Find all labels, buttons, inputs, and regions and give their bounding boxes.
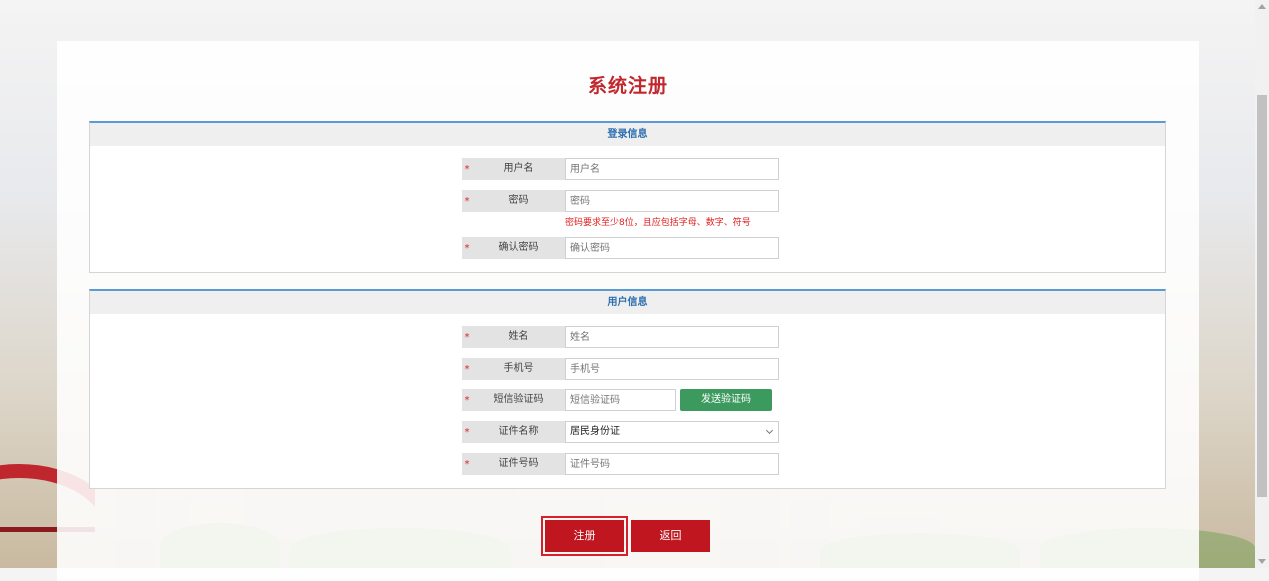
back-button[interactable]: 返回 (631, 520, 710, 552)
required-mark: * (462, 190, 472, 212)
scrollbar-thumb[interactable] (1257, 95, 1267, 497)
user-info-header: 用户信息 (90, 291, 1165, 314)
id-number-label: 证件号码 (472, 453, 565, 475)
phone-label: 手机号 (472, 358, 565, 380)
sms-code-input[interactable] (565, 389, 676, 411)
login-info-header: 登录信息 (90, 123, 1165, 146)
password-hint: 密码要求至少8位，且应包括字母、数字、符号 (565, 218, 751, 228)
required-mark: * (462, 358, 472, 380)
id-type-selected-value: 居民身份证 (570, 426, 620, 437)
id-type-select[interactable]: 居民身份证 (565, 421, 779, 443)
id-type-label: 证件名称 (472, 421, 565, 443)
password-input[interactable] (565, 190, 779, 212)
confirm-password-label: 确认密码 (472, 237, 565, 259)
sms-code-label: 短信验证码 (472, 389, 565, 411)
name-label: 姓名 (472, 326, 565, 348)
required-mark: * (462, 326, 472, 348)
username-label: 用户名 (472, 158, 565, 180)
required-mark: * (462, 453, 472, 475)
user-info-section: 用户信息 * 姓名 * 手机号 * 短信验证码 发送验证码 * 证件名称 居民身… (89, 289, 1166, 489)
scroll-down-arrow-icon[interactable] (1258, 559, 1266, 564)
id-number-input[interactable] (565, 453, 779, 475)
username-input[interactable] (565, 158, 779, 180)
required-mark: * (462, 421, 472, 443)
required-mark: * (462, 389, 472, 411)
password-label: 密码 (472, 190, 565, 212)
page-scrollbar[interactable] (1255, 0, 1269, 568)
required-mark: * (462, 237, 472, 259)
register-button[interactable]: 注册 (541, 516, 628, 556)
page-title: 系统注册 (587, 75, 668, 97)
confirm-password-input[interactable] (565, 237, 779, 259)
required-mark: * (462, 158, 472, 180)
phone-input[interactable] (565, 358, 779, 380)
login-info-section: 登录信息 * 用户名 * 密码 密码要求至少8位，且应包括字母、数字、符号 * … (89, 121, 1166, 273)
chevron-down-icon (765, 426, 774, 435)
scroll-up-arrow-icon[interactable] (1258, 4, 1266, 9)
send-code-button[interactable]: 发送验证码 (680, 389, 772, 411)
registration-panel: 系统注册 登录信息 * 用户名 * 密码 密码要求至少8位，且应包括字母、数字、… (57, 41, 1199, 581)
name-input[interactable] (565, 326, 779, 348)
